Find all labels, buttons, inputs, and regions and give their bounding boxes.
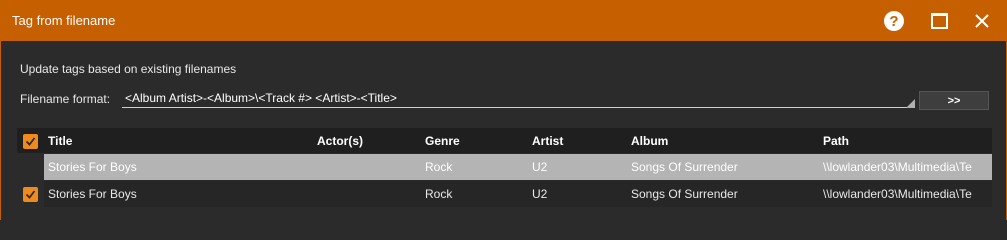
cell-path: \\lowlander03\Multimedia\Te — [823, 160, 972, 174]
cell-title: Stories For Boys — [48, 160, 137, 174]
help-icon: ? — [884, 11, 904, 31]
cell-album: Songs Of Surrender — [631, 187, 738, 201]
cell-path: \\lowlander03\Multimedia\Te — [823, 187, 972, 201]
help-button[interactable]: ? — [881, 8, 907, 34]
column-header-artist[interactable]: Artist — [532, 134, 563, 148]
row-checkbox[interactable] — [23, 187, 38, 202]
cell-artist: U2 — [532, 160, 548, 174]
window-title: Tag from filename — [12, 13, 116, 28]
maximize-button[interactable] — [926, 8, 952, 34]
filename-format-input[interactable] — [122, 89, 915, 108]
cell-genre: Rock — [425, 160, 453, 174]
apply-format-button[interactable]: >> — [919, 91, 989, 110]
tracks-table: Title Actor(s) Genre Artist Album Path S… — [17, 128, 992, 220]
checkmark-icon — [25, 190, 36, 199]
column-header-title[interactable]: Title — [48, 134, 72, 148]
table-row[interactable]: Stories For Boys Rock U2 Songs Of Surren… — [17, 181, 992, 207]
column-header-actors[interactable]: Actor(s) — [317, 134, 363, 148]
dropdown-arrow-icon[interactable] — [906, 99, 915, 108]
table-row[interactable]: Stories For Boys Rock U2 Songs Of Surren… — [17, 154, 992, 180]
column-header-path[interactable]: Path — [823, 134, 849, 148]
cell-title: Stories For Boys — [48, 187, 137, 201]
column-header-genre[interactable]: Genre — [425, 134, 460, 148]
cell-genre: Rock — [425, 187, 453, 201]
filename-format-label: Filename format: — [20, 92, 111, 106]
table-header: Title Actor(s) Genre Artist Album Path — [17, 128, 992, 153]
cell-album: Songs Of Surrender — [631, 160, 738, 174]
checkmark-icon — [25, 137, 36, 146]
tag-from-filename-dialog: Tag from filename ? Update tags based on… — [0, 0, 1007, 220]
dialog-description: Update tags based on existing filenames — [20, 62, 237, 76]
column-header-album[interactable]: Album — [631, 134, 668, 148]
maximize-icon — [930, 13, 948, 29]
close-icon — [975, 14, 989, 28]
title-bar[interactable]: Tag from filename ? — [1, 0, 1007, 41]
close-button[interactable] — [969, 8, 995, 34]
cell-artist: U2 — [532, 187, 548, 201]
select-all-checkbox[interactable] — [23, 134, 38, 149]
